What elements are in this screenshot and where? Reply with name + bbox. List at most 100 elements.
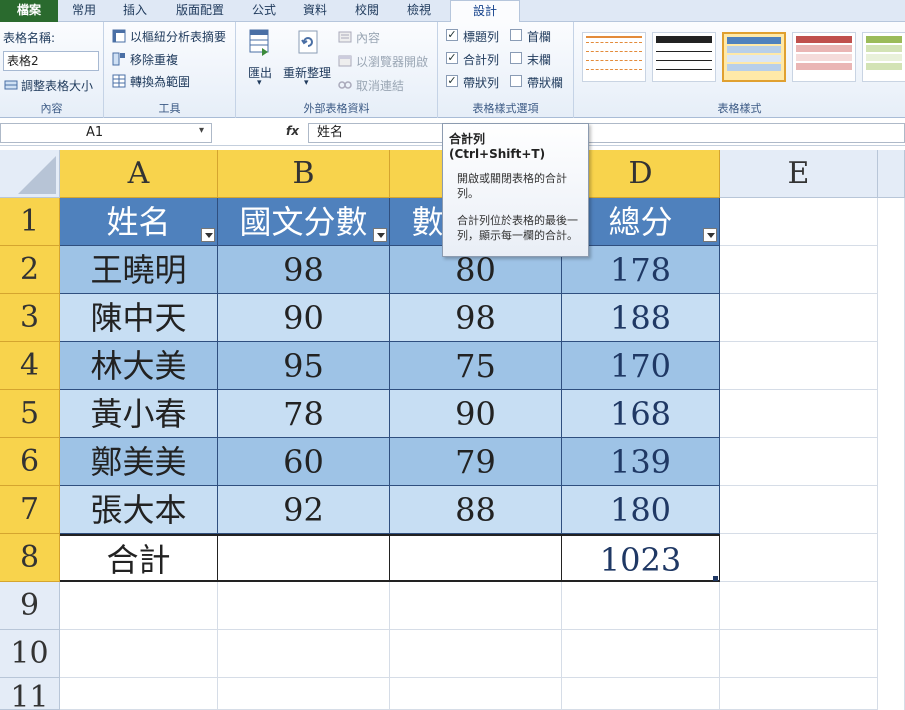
empty-cell[interactable] — [720, 246, 878, 294]
table-cell[interactable]: 王曉明 — [60, 246, 218, 294]
first-column-label: 首欄 — [527, 30, 552, 44]
empty-cell[interactable] — [60, 630, 218, 678]
row-header-9[interactable]: 9 — [0, 582, 60, 630]
empty-cell[interactable] — [720, 198, 878, 246]
empty-cell[interactable] — [562, 678, 720, 710]
formula-input[interactable]: 姓名 — [308, 123, 905, 143]
empty-cell[interactable] — [720, 486, 878, 534]
table-cell[interactable]: 180 — [562, 486, 720, 534]
row-header-2[interactable]: 2 — [0, 246, 60, 294]
row-header-8[interactable]: 8 — [0, 534, 60, 582]
empty-cell[interactable] — [218, 630, 390, 678]
first-column-checkbox[interactable] — [510, 29, 522, 41]
banded-rows-checkbox[interactable]: ✓ — [446, 75, 458, 87]
column-header-a[interactable]: A — [60, 150, 218, 198]
empty-cell[interactable] — [878, 198, 905, 710]
row-header-6[interactable]: 6 — [0, 438, 60, 486]
table-cell[interactable]: 90 — [390, 390, 562, 438]
header-row-checkbox[interactable]: ✓ — [446, 29, 458, 41]
filter-dropdown-icon[interactable] — [373, 228, 387, 242]
tab-view[interactable]: 檢視 — [392, 0, 446, 22]
filter-dropdown-icon[interactable] — [201, 228, 215, 242]
table-style-orange[interactable] — [582, 32, 646, 82]
banded-columns-checkbox[interactable] — [510, 75, 522, 87]
empty-cell[interactable] — [720, 630, 878, 678]
name-box-chevron-icon[interactable]: ▾ — [199, 125, 204, 136]
total-row-checkbox[interactable]: ✓ — [446, 52, 458, 64]
table-cell[interactable]: 陳中天 — [60, 294, 218, 342]
empty-cell[interactable] — [562, 630, 720, 678]
table-resize-handle[interactable] — [713, 576, 718, 581]
tab-review[interactable]: 校閱 — [342, 0, 392, 22]
total-row-cell[interactable]: 合計 — [60, 534, 218, 582]
total-row-cell[interactable]: 1023 — [562, 534, 720, 582]
row-header-7[interactable]: 7 — [0, 486, 60, 534]
group-properties: 表格名稱: 表格2 調整表格大小 內容 — [0, 22, 104, 118]
filter-dropdown-icon[interactable] — [703, 228, 717, 242]
table-cell[interactable]: 95 — [218, 342, 390, 390]
table-cell[interactable]: 170 — [562, 342, 720, 390]
empty-cell[interactable] — [218, 582, 390, 630]
empty-cell[interactable] — [390, 582, 562, 630]
row-header-5[interactable]: 5 — [0, 390, 60, 438]
table-name-input[interactable]: 表格2 — [3, 51, 99, 71]
empty-cell[interactable] — [390, 678, 562, 710]
table-style-red[interactable] — [792, 32, 856, 82]
row-header-10[interactable]: 10 — [0, 630, 60, 678]
table-cell[interactable]: 78 — [218, 390, 390, 438]
tab-page-layout[interactable]: 版面配置 — [160, 0, 240, 22]
empty-cell[interactable] — [218, 678, 390, 710]
table-cell[interactable]: 98 — [390, 294, 562, 342]
table-cell[interactable]: 林大美 — [60, 342, 218, 390]
total-row-cell[interactable] — [390, 534, 562, 582]
table-name-label: 表格名稱: — [3, 31, 56, 45]
table-cell[interactable]: 60 — [218, 438, 390, 486]
tab-home[interactable]: 常用 — [58, 0, 110, 22]
table-style-blue-selected[interactable] — [722, 32, 786, 82]
row-header-1[interactable]: 1 — [0, 198, 60, 246]
row-header-11[interactable]: 11 — [0, 678, 60, 710]
row-header-3[interactable]: 3 — [0, 294, 60, 342]
table-cell[interactable]: 188 — [562, 294, 720, 342]
table-cell[interactable]: 79 — [390, 438, 562, 486]
tab-insert[interactable]: 插入 — [110, 0, 160, 22]
tab-design[interactable]: 設計 — [450, 0, 520, 23]
column-header-e[interactable]: E — [720, 150, 878, 198]
table-style-green[interactable] — [862, 32, 905, 82]
table-cell[interactable]: 92 — [218, 486, 390, 534]
table-cell[interactable]: 88 — [390, 486, 562, 534]
select-all-corner[interactable] — [0, 150, 60, 198]
empty-cell[interactable] — [60, 678, 218, 710]
empty-cell[interactable] — [60, 582, 218, 630]
empty-cell[interactable] — [720, 342, 878, 390]
table-header-cell[interactable]: 國文分數 — [218, 198, 390, 246]
empty-cell[interactable] — [562, 582, 720, 630]
table-style-black[interactable] — [652, 32, 716, 82]
table-header-cell[interactable]: 姓名 — [60, 198, 218, 246]
empty-cell[interactable] — [720, 390, 878, 438]
tab-formulas[interactable]: 公式 — [240, 0, 288, 22]
tab-data[interactable]: 資料 — [288, 0, 342, 22]
row-header-4[interactable]: 4 — [0, 342, 60, 390]
column-header-b[interactable]: B — [218, 150, 390, 198]
empty-cell[interactable] — [720, 582, 878, 630]
empty-cell[interactable] — [720, 438, 878, 486]
empty-cell[interactable] — [720, 534, 878, 582]
table-cell[interactable]: 168 — [562, 390, 720, 438]
tab-file[interactable]: 檔案 — [0, 0, 58, 22]
total-row-cell[interactable] — [218, 534, 390, 582]
table-cell[interactable]: 張大本 — [60, 486, 218, 534]
empty-cell[interactable] — [390, 630, 562, 678]
table-cell[interactable]: 90 — [218, 294, 390, 342]
last-column-checkbox[interactable] — [510, 52, 522, 64]
table-cell[interactable]: 139 — [562, 438, 720, 486]
table-cell[interactable]: 黃小春 — [60, 390, 218, 438]
insert-function-icon[interactable]: fx — [286, 124, 299, 138]
name-box[interactable]: A1 — [0, 123, 212, 143]
column-header-f[interactable] — [878, 150, 905, 198]
table-cell[interactable]: 75 — [390, 342, 562, 390]
empty-cell[interactable] — [720, 678, 878, 710]
table-cell[interactable]: 98 — [218, 246, 390, 294]
empty-cell[interactable] — [720, 294, 878, 342]
table-cell[interactable]: 鄭美美 — [60, 438, 218, 486]
